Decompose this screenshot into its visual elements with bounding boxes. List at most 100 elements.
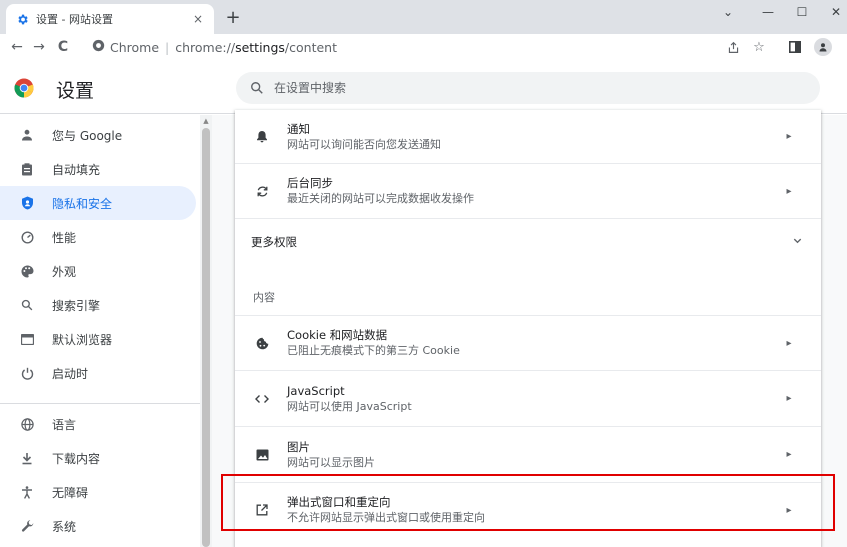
content-section-label: 内容 [253, 291, 275, 304]
settings-search[interactable] [236, 72, 820, 104]
tab-settings[interactable]: 设置 - 网站设置 × [6, 4, 214, 34]
minimize-button[interactable]: — [758, 2, 778, 22]
setting-title: 通知 [287, 121, 310, 136]
side-panel-icon[interactable] [784, 36, 806, 58]
sidebar-item-appearance[interactable]: 外观 [0, 254, 196, 288]
chevron-right-icon: ▸ [786, 337, 792, 349]
tab-title: 设置 - 网站设置 [36, 13, 113, 26]
sidebar-item-label: 语言 [52, 417, 77, 432]
sidebar-item-privacy-security[interactable]: 隐私和安全 [0, 186, 196, 220]
url-separator: | [165, 39, 170, 55]
page-title: 设置 [56, 80, 95, 102]
person-icon [18, 126, 36, 144]
url-rest: /content [284, 39, 337, 55]
maximize-button[interactable]: ☐ [792, 2, 812, 22]
chrome-icon [92, 39, 105, 55]
url-path: settings [235, 39, 285, 55]
setting-title: JavaScript [287, 383, 345, 398]
bookmark-star-icon[interactable]: ☆ [748, 36, 770, 58]
tab-close-icon[interactable]: × [190, 12, 206, 26]
clipboard-icon [18, 160, 36, 178]
forward-button[interactable]: → [28, 36, 50, 58]
sidebar-item-accessibility[interactable]: 无障碍 [0, 475, 196, 509]
bell-icon [253, 128, 271, 146]
setting-subtitle: 已阻止无痕模式下的第三方 Cookie [287, 344, 460, 357]
url-host: Chrome [110, 39, 160, 55]
wrench-icon [18, 517, 36, 535]
globe-icon [18, 415, 36, 433]
sidebar-item-label: 性能 [52, 230, 77, 245]
setting-row-background-sync[interactable]: 后台同步 最近关闭的网站可以完成数据收发操作 ▸ [235, 163, 821, 218]
scroll-up-arrow-icon[interactable]: ▲ [202, 117, 210, 125]
browser-icon [18, 330, 36, 348]
sidebar-item-label: 您与 Google [52, 128, 123, 143]
sidebar-item-label: 无障碍 [52, 485, 89, 500]
search-icon [250, 80, 266, 96]
sidebar-item-label: 系统 [52, 519, 77, 534]
shield-icon [18, 194, 36, 212]
setting-row-javascript[interactable]: JavaScript 网站可以使用 JavaScript ▸ [235, 370, 821, 426]
speedometer-icon [18, 228, 36, 246]
sidebar-item-label: 下载内容 [52, 451, 101, 466]
sidebar-item-autofill[interactable]: 自动填充 [0, 152, 196, 186]
chevron-right-icon: ▸ [786, 185, 792, 197]
image-icon [253, 446, 271, 464]
more-permissions-label: 更多权限 [251, 235, 297, 249]
sidebar-item-search-engine[interactable]: 搜索引擎 [0, 288, 196, 322]
sidebar-item-label: 默认浏览器 [52, 332, 113, 347]
cookie-icon [253, 334, 271, 352]
setting-subtitle: 网站可以使用 JavaScript [287, 399, 412, 413]
address-bar[interactable]: Chrome | chrome://settings/content [92, 36, 752, 58]
sidebar-item-on-startup[interactable]: 启动时 [0, 356, 196, 390]
sidebar-item-default-browser[interactable]: 默认浏览器 [0, 322, 196, 356]
sync-icon [253, 182, 271, 200]
setting-row-notifications[interactable]: 通知 网站可以询问能否向您发送通知 ▸ [235, 110, 821, 163]
sidebar-item-system[interactable]: 系统 [0, 509, 196, 543]
tab-search-dropdown-icon[interactable]: ⌄ [718, 2, 738, 22]
new-tab-button[interactable]: + [222, 6, 244, 28]
setting-subtitle: 网站可以询问能否向您发送通知 [287, 137, 441, 151]
browser-toolbar: ← → C Chrome | chrome://settings/content… [0, 34, 847, 60]
close-window-button[interactable]: ✕ [826, 2, 846, 22]
sidebar-item-label: 外观 [52, 264, 77, 279]
chrome-logo-icon [14, 78, 34, 98]
code-icon [253, 390, 271, 408]
sidebar-item-label: 隐私和安全 [52, 196, 113, 211]
setting-title: 图片 [287, 439, 310, 454]
tab-strip: 设置 - 网站设置 × + ⌄ — ☐ ✕ [0, 0, 847, 34]
sidebar-item-label: 搜索引擎 [52, 298, 101, 313]
url-scheme: chrome:// [175, 39, 236, 55]
sidebar-item-label: 自动填充 [52, 162, 101, 177]
search-input[interactable] [274, 81, 774, 95]
chevron-right-icon: ▸ [786, 449, 792, 460]
setting-title: Cookie 和网站数据 [287, 328, 388, 342]
setting-title: 后台同步 [287, 176, 333, 190]
setting-subtitle: 最近关闭的网站可以完成数据收发操作 [287, 192, 474, 205]
profile-button[interactable] [812, 36, 834, 58]
sidebar-item-you-and-google[interactable]: 您与 Google [0, 118, 196, 152]
reload-button[interactable]: C [52, 36, 74, 58]
gear-icon [14, 11, 30, 27]
back-button[interactable]: ← [6, 36, 28, 58]
setting-subtitle: 网站可以显示图片 [287, 455, 375, 469]
sidebar-divider [0, 403, 200, 404]
chevron-right-icon: ▸ [786, 393, 792, 404]
sidebar-scrollbar-thumb[interactable] [202, 128, 210, 547]
chevron-right-icon: ▸ [786, 131, 792, 142]
avatar-icon [814, 38, 832, 56]
sidebar-item-downloads[interactable]: 下载内容 [0, 441, 196, 475]
sidebar: 您与 Google 自动填充 隐私和安全 性能 外观 搜索引擎 默认浏览器 启动… [0, 115, 200, 547]
settings-header: 设置 [0, 62, 847, 114]
highlight-annotation-box [221, 474, 835, 531]
palette-icon [18, 262, 36, 280]
chrome-site-badge[interactable]: Chrome [92, 39, 159, 55]
search-icon [18, 296, 36, 314]
share-icon[interactable] [722, 36, 744, 58]
more-permissions-row[interactable]: 更多权限 [235, 218, 821, 264]
sidebar-item-performance[interactable]: 性能 [0, 220, 196, 254]
download-icon [18, 449, 36, 467]
power-icon [18, 364, 36, 382]
setting-row-cookies[interactable]: Cookie 和网站数据 已阻止无痕模式下的第三方 Cookie ▸ [235, 315, 821, 370]
sidebar-item-languages[interactable]: 语言 [0, 407, 196, 441]
chevron-down-icon [792, 231, 803, 250]
